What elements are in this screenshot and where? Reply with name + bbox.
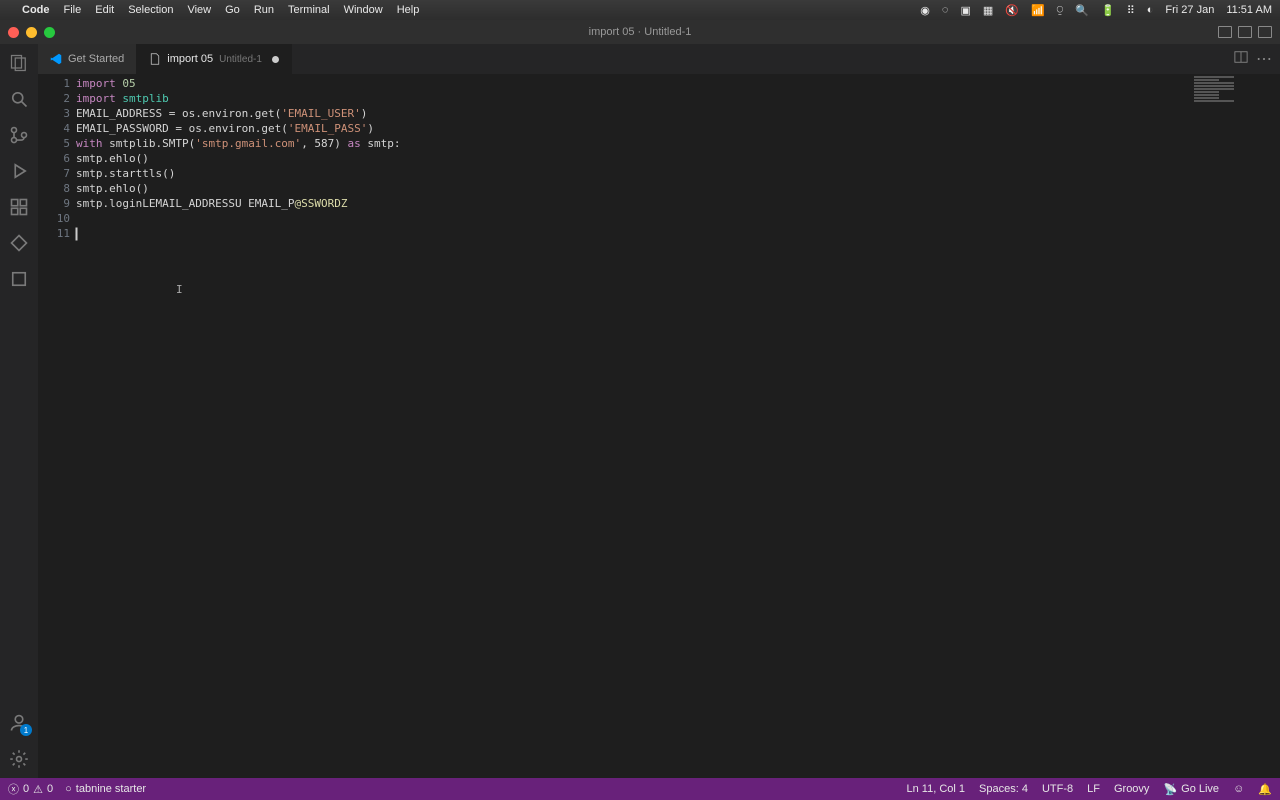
user-icon[interactable]: ⍜: [1057, 4, 1064, 17]
line-number: 3: [38, 106, 70, 121]
window-titlebar: import 05 · Untitled-1: [0, 20, 1280, 44]
menu-go[interactable]: Go: [225, 4, 240, 16]
window-title: import 05 · Untitled-1: [589, 26, 692, 38]
line-number: 8: [38, 181, 70, 196]
text-cursor-icon: 𝙸: [176, 282, 177, 296]
macos-menubar: Code File Edit Selection View Go Run Ter…: [0, 0, 1280, 20]
code-line[interactable]: smtp.ehlo(): [76, 151, 1280, 166]
tab-label: import 05: [167, 53, 213, 65]
tab-label: Get Started: [68, 53, 124, 65]
source-control-icon[interactable]: [8, 124, 30, 146]
maximize-window-button[interactable]: [44, 27, 55, 38]
line-number: 10: [38, 211, 70, 226]
status-bell-icon[interactable]: 🔔: [1258, 783, 1272, 796]
mute-icon[interactable]: 🔇: [1005, 4, 1019, 17]
code-line[interactable]: smtp.starttls(): [76, 166, 1280, 181]
status-icon1[interactable]: ◌: [942, 4, 949, 16]
code-line[interactable]: [76, 211, 1280, 226]
tab-bar: Get Started import 05 Untitled-1 ⋯: [38, 44, 1280, 74]
status-language[interactable]: Groovy: [1114, 783, 1149, 795]
tabnine-icon: ○: [65, 783, 72, 795]
status-bar: ⓧ 0 ⚠ 0 ○ tabnine starter Ln 11, Col 1 S…: [0, 778, 1280, 800]
line-number: 1: [38, 76, 70, 91]
menubar-time[interactable]: 11:51 AM: [1226, 4, 1272, 16]
tab-sublabel: Untitled-1: [219, 54, 262, 65]
status-golive[interactable]: 📡 Go Live: [1163, 783, 1219, 796]
siri-icon[interactable]: ◐: [1147, 4, 1154, 16]
line-number: 5: [38, 136, 70, 151]
line-number: 2: [38, 91, 70, 106]
extra-icon-1[interactable]: [8, 232, 30, 254]
status-cursor-position[interactable]: Ln 11, Col 1: [907, 783, 966, 795]
explorer-icon[interactable]: [8, 52, 30, 74]
line-number: 6: [38, 151, 70, 166]
control-center-icon[interactable]: ⠿: [1127, 4, 1135, 17]
status-feedback-icon[interactable]: ☺: [1233, 783, 1244, 795]
menu-view[interactable]: View: [187, 4, 211, 16]
run-debug-icon[interactable]: [8, 160, 30, 182]
code-line[interactable]: [76, 226, 1280, 241]
code-line[interactable]: smtp.ehlo(): [76, 181, 1280, 196]
tab-get-started[interactable]: Get Started: [38, 44, 137, 74]
record-icon[interactable]: ◉: [920, 4, 930, 17]
split-editor-icon[interactable]: [1234, 50, 1248, 69]
menu-selection[interactable]: Selection: [128, 4, 173, 16]
status-tabnine[interactable]: ○ tabnine starter: [65, 783, 146, 795]
status-errors[interactable]: ⓧ 0 ⚠ 0: [8, 781, 53, 797]
dirty-indicator-icon: [272, 56, 279, 63]
editor-cursor: [76, 228, 77, 240]
line-number: 7: [38, 166, 70, 181]
line-number-gutter: 1234567891011: [38, 74, 76, 778]
code-line[interactable]: with smtplib.SMTP('smtp.gmail.com', 587)…: [76, 136, 1280, 151]
status-spaces[interactable]: Spaces: 4: [979, 783, 1028, 795]
editor-area: Get Started import 05 Untitled-1 ⋯ 12345…: [38, 44, 1280, 778]
editor-body[interactable]: 1234567891011 𝙸 import 05import smtplibE…: [38, 74, 1280, 778]
close-window-button[interactable]: [8, 27, 19, 38]
status-encoding[interactable]: UTF-8: [1042, 783, 1073, 795]
code-line[interactable]: smtp.loginLEMAIL_ADDRESSU EMAIL_P@SSWORD…: [76, 196, 1280, 211]
accounts-icon[interactable]: [8, 712, 30, 734]
status-eol[interactable]: LF: [1087, 783, 1100, 795]
search-icon[interactable]: [8, 88, 30, 110]
menu-app[interactable]: Code: [22, 4, 50, 16]
menu-run[interactable]: Run: [254, 4, 274, 16]
warning-icon: ⚠: [33, 783, 43, 796]
tab-import05[interactable]: import 05 Untitled-1: [137, 44, 292, 74]
code-line[interactable]: import 05: [76, 76, 1280, 91]
extensions-icon[interactable]: [8, 196, 30, 218]
code-line[interactable]: EMAIL_ADDRESS = os.environ.get('EMAIL_US…: [76, 106, 1280, 121]
line-number: 4: [38, 121, 70, 136]
calendar-icon[interactable]: ▦: [983, 4, 993, 17]
activity-bar: [0, 44, 38, 778]
menu-help[interactable]: Help: [397, 4, 420, 16]
minimize-window-button[interactable]: [26, 27, 37, 38]
battery-icon[interactable]: 🔋: [1101, 4, 1115, 17]
menu-edit[interactable]: Edit: [95, 4, 114, 16]
status-icon2[interactable]: ▣: [960, 4, 970, 17]
code-line[interactable]: import smtplib: [76, 91, 1280, 106]
error-icon: ⓧ: [8, 781, 19, 797]
extra-icon-2[interactable]: [8, 268, 30, 290]
layout-panel-icon[interactable]: [1238, 26, 1252, 38]
menubar-date[interactable]: Fri 27 Jan: [1165, 4, 1214, 16]
settings-gear-icon[interactable]: [8, 748, 30, 770]
code-content[interactable]: 𝙸 import 05import smtplibEMAIL_ADDRESS =…: [76, 74, 1280, 778]
layout-sidebar-right-icon[interactable]: [1258, 26, 1272, 38]
vscode-icon: [50, 53, 62, 65]
layout-sidebar-left-icon[interactable]: [1218, 26, 1232, 38]
broadcast-icon: 📡: [1163, 783, 1177, 796]
wifi-icon[interactable]: 📶: [1031, 4, 1045, 17]
menu-file[interactable]: File: [64, 4, 82, 16]
minimap[interactable]: [1194, 74, 1274, 134]
menu-terminal[interactable]: Terminal: [288, 4, 330, 16]
file-icon: [149, 53, 161, 65]
spotlight-icon[interactable]: 🔍: [1075, 4, 1089, 17]
line-number: 11: [38, 226, 70, 241]
menu-window[interactable]: Window: [344, 4, 383, 16]
code-line[interactable]: EMAIL_PASSWORD = os.environ.get('EMAIL_P…: [76, 121, 1280, 136]
more-actions-icon[interactable]: ⋯: [1256, 49, 1272, 69]
line-number: 9: [38, 196, 70, 211]
